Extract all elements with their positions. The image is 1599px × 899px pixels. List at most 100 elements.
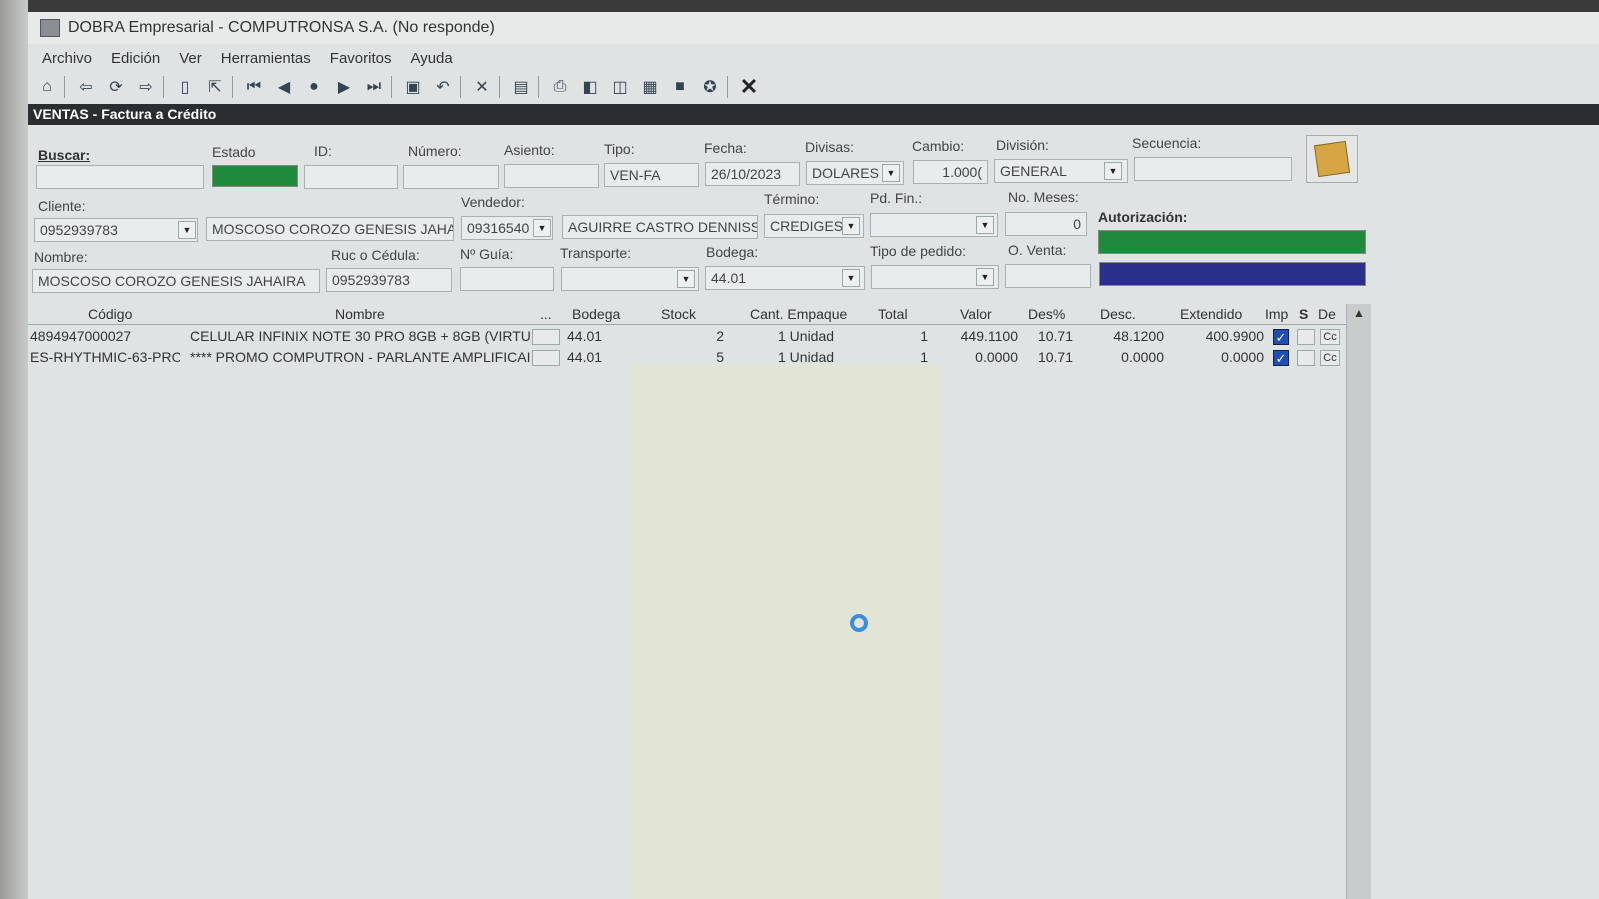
cell-de-button[interactable]: Cc xyxy=(1320,329,1340,345)
asiento-field[interactable] xyxy=(504,164,599,188)
menu-bar: Archivo Edición Ver Herramientas Favorit… xyxy=(28,46,458,70)
cell-more-button[interactable] xyxy=(532,329,560,345)
numero-field[interactable] xyxy=(403,165,499,189)
buscar-input[interactable] xyxy=(36,165,204,189)
cell-de-button[interactable]: Cc xyxy=(1320,350,1340,366)
back-icon[interactable]: ⇦ xyxy=(75,76,97,98)
col-des-pct[interactable]: Des% xyxy=(1028,306,1065,322)
cambio-field[interactable]: 1.000( xyxy=(913,160,988,184)
vendedor-name-field[interactable]: AGUIRRE CASTRO DENNISSE xyxy=(562,215,758,239)
first-record-icon[interactable]: ⏮ xyxy=(243,76,265,98)
copy-icon[interactable]: ▤ xyxy=(510,76,532,98)
col-extendido[interactable]: Extendido xyxy=(1180,306,1242,322)
grid-header: Código Nombre ... Bodega Stock Cant. Emp… xyxy=(28,304,1368,325)
preview-icon[interactable]: ◧ xyxy=(579,76,601,98)
refresh-icon[interactable]: ⟳ xyxy=(105,76,127,98)
prev-record-icon[interactable]: ◀ xyxy=(273,76,295,98)
col-valor[interactable]: Valor xyxy=(960,306,992,322)
menu-archivo[interactable]: Archivo xyxy=(42,50,92,67)
new-doc-icon[interactable]: ▯ xyxy=(174,76,196,98)
ruc-field[interactable]: 0952939783 xyxy=(326,268,452,292)
cell-valor: 0.0000 xyxy=(975,349,1018,365)
print-icon[interactable]: ⎙ xyxy=(549,76,571,98)
col-bodega[interactable]: Bodega xyxy=(572,306,620,322)
delete-icon[interactable]: ✕ xyxy=(471,76,493,98)
menu-herramientas[interactable]: Herramientas xyxy=(221,50,311,67)
export-icon[interactable]: ⇱ xyxy=(204,76,226,98)
tools-icon[interactable]: ✪ xyxy=(699,76,721,98)
buscar-label: Buscar: xyxy=(38,147,91,163)
undo-icon[interactable]: ↶ xyxy=(432,76,454,98)
scroll-up-icon[interactable]: ▲ xyxy=(1347,304,1371,322)
cell-stock: 5 xyxy=(716,349,724,365)
cell-bodega: 44.01 xyxy=(567,328,603,344)
id-field[interactable] xyxy=(304,165,398,189)
col-nombre[interactable]: Nombre xyxy=(335,306,385,322)
vendedor-dropdown-icon[interactable]: ▼ xyxy=(533,219,551,237)
checkbox-s[interactable] xyxy=(1297,329,1315,345)
table-row[interactable]: 4894947000027 CELULAR INFINIX NOTE 30 PR… xyxy=(28,326,1368,347)
bodega-dropdown-icon[interactable]: ▼ xyxy=(842,269,860,287)
cell-desc: 0.0000 xyxy=(1121,349,1164,365)
close-icon[interactable]: ✕ xyxy=(738,74,760,99)
nomeses-field[interactable]: 0 xyxy=(1005,212,1087,236)
cliente-label: Cliente: xyxy=(38,198,86,214)
transporte-dropdown-icon[interactable]: ▼ xyxy=(677,270,695,288)
save-icon[interactable]: ▣ xyxy=(402,76,424,98)
toolbar-separator xyxy=(538,76,539,98)
cell-bodega: 44.01 xyxy=(567,349,603,365)
cell-codigo: 4894947000027 xyxy=(30,328,132,344)
grid-scrollbar[interactable]: ▲ xyxy=(1346,304,1371,899)
bodega-select[interactable]: 44.01 xyxy=(705,266,865,290)
cliente-name-field[interactable]: MOSCOSO COROZO GENESIS JAHAIF xyxy=(206,217,454,241)
col-imp[interactable]: Imp xyxy=(1265,306,1288,322)
col-desc[interactable]: Desc. xyxy=(1100,306,1136,322)
col-stock[interactable]: Stock xyxy=(661,306,696,322)
search-icon[interactable]: ● xyxy=(303,76,325,98)
menu-ayuda[interactable]: Ayuda xyxy=(410,50,452,67)
col-codigo[interactable]: Código xyxy=(88,306,132,322)
home-icon[interactable]: ⌂ xyxy=(36,76,58,98)
nombre-field[interactable]: MOSCOSO COROZO GENESIS JAHAIRA xyxy=(32,269,320,293)
cliente-dropdown-icon[interactable]: ▼ xyxy=(178,221,196,239)
table-icon[interactable]: ▦ xyxy=(639,76,661,98)
col-s[interactable]: S xyxy=(1299,306,1308,322)
oventa-label: O. Venta: xyxy=(1008,242,1067,258)
checkbox-s[interactable] xyxy=(1297,350,1315,366)
divisas-dropdown-icon[interactable]: ▼ xyxy=(882,164,900,182)
checkbox-imp[interactable]: ✓ xyxy=(1273,329,1289,345)
pdfin-dropdown-icon[interactable]: ▼ xyxy=(976,216,994,234)
cliente-select[interactable]: 0952939783 xyxy=(34,218,198,242)
package-icon[interactable] xyxy=(1306,135,1358,183)
col-de[interactable]: De xyxy=(1318,306,1336,322)
col-total[interactable]: Total xyxy=(878,306,908,322)
cell-nombre: **** PROMO COMPUTRON - PARLANTE AMPLIFIC… xyxy=(190,349,530,365)
checkbox-imp[interactable]: ✓ xyxy=(1273,350,1289,366)
forward-icon[interactable]: ⇨ xyxy=(135,76,157,98)
cell-des-pct: 10.71 xyxy=(1037,328,1073,344)
report-icon[interactable]: ◫ xyxy=(609,76,631,98)
termino-dropdown-icon[interactable]: ▼ xyxy=(842,217,860,235)
table-row[interactable]: ES-RHYTHMIC-63-PRO **** PROMO COMPUTRON … xyxy=(28,347,1368,368)
secuencia-field[interactable] xyxy=(1134,157,1292,181)
menu-favoritos[interactable]: Favoritos xyxy=(330,50,392,67)
cell-total: 1 xyxy=(920,328,928,344)
oventa-field[interactable] xyxy=(1005,264,1091,288)
tipo-pedido-dropdown-icon[interactable]: ▼ xyxy=(976,268,994,286)
division-dropdown-icon[interactable]: ▼ xyxy=(1104,162,1122,180)
cell-more-button[interactable] xyxy=(532,350,560,366)
menu-ver[interactable]: Ver xyxy=(179,50,202,67)
col-cant-empaque[interactable]: Cant. Empaque xyxy=(750,306,847,322)
bodega-label: Bodega: xyxy=(706,244,759,260)
fecha-field[interactable]: 26/10/2023 xyxy=(705,162,800,186)
menu-edicion[interactable]: Edición xyxy=(111,50,160,67)
tipo-field[interactable]: VEN-FA xyxy=(604,163,699,187)
next-record-icon[interactable]: ▶ xyxy=(333,76,355,98)
asiento-label: Asiento: xyxy=(504,142,555,158)
last-record-icon[interactable]: ⏭ xyxy=(363,76,385,98)
invoice-lines-grid: Código Nombre ... Bodega Stock Cant. Emp… xyxy=(28,304,1599,899)
cell-desc: 48.1200 xyxy=(1113,328,1164,344)
col-more[interactable]: ... xyxy=(540,306,552,322)
grid-icon[interactable]: ■ xyxy=(669,76,691,98)
guia-field[interactable] xyxy=(460,267,554,291)
